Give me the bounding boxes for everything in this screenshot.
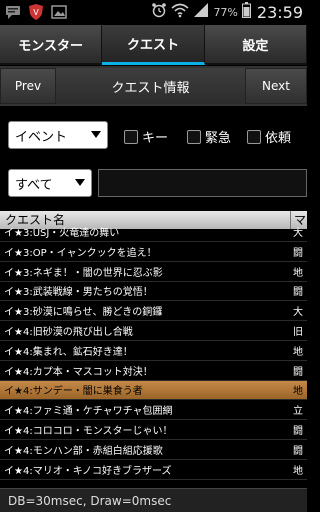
- table-row[interactable]: イ★4:カプ本・マスコット対決！ 闘: [0, 361, 307, 381]
- category-select[interactable]: イベント: [8, 121, 108, 149]
- quest-name-cell: イ★4:集まれ、鉱石好き達！: [4, 346, 133, 358]
- svg-text:V: V: [33, 8, 39, 17]
- checkbox-box[interactable]: [247, 129, 261, 144]
- table-row[interactable]: イ★3:砂漠に鳴らせ、勝どきの銅鑼 大: [0, 301, 307, 322]
- map-cell: 地: [293, 267, 303, 279]
- table-row[interactable]: イ★4:マリオ・キノコ好きブラザーズ 地: [0, 460, 307, 480]
- quest-name-cell: イ★4:カプ本・マスコット対決！: [4, 366, 153, 378]
- prev-button[interactable]: Prev: [0, 68, 56, 104]
- quest-name-cell: イ★4:旧砂漠の飛び出し合戦: [4, 327, 133, 339]
- quest-name-cell: イ★4:モンハン部・赤組白組応援歌: [4, 445, 163, 457]
- status-bar: V 77% 23:59: [0, 0, 307, 25]
- footer-timing: DB=30msec, Draw=0msec: [0, 488, 307, 512]
- quest-table: クエスト名 マ イ★3:USJ・火竜達の舞い 大 イ★3:OP・イャンクックを追…: [0, 211, 307, 488]
- next-button[interactable]: Next: [245, 68, 307, 104]
- map-cell: 大: [293, 307, 303, 319]
- map-cell: 地: [293, 386, 303, 398]
- tab-bar: モンスター クエスト 設定: [0, 25, 307, 65]
- map-cell: 闘: [293, 247, 303, 259]
- search-input[interactable]: [98, 169, 307, 197]
- quest-name-cell: イ★3:砂漠に鳴らせ、勝どきの銅鑼: [4, 307, 163, 319]
- wifi-icon: [171, 2, 189, 22]
- key-checkbox[interactable]: キー: [124, 127, 168, 146]
- quest-name-cell: イ★4:ファミ通・ケチャワチャ包囲網: [4, 406, 173, 418]
- scope-select-value: すべて: [15, 177, 53, 193]
- battery-percent: 77%: [213, 5, 238, 19]
- quest-name-cell: イ★3:OP・イャンクックを追え！: [4, 247, 157, 259]
- quest-name-cell: イ★4:マリオ・キノコ好きブラザーズ: [4, 465, 172, 477]
- table-body: イ★3:USJ・火竜達の舞い 大 イ★3:OP・イャンクックを追え！ 闘 イ★3…: [0, 228, 307, 480]
- alarm-icon: [151, 2, 167, 22]
- map-cell: 大: [293, 228, 303, 239]
- tab-quest[interactable]: クエスト: [102, 25, 205, 65]
- request-checkbox[interactable]: 依頼: [247, 127, 291, 146]
- category-select-value: イベント: [15, 129, 68, 145]
- map-cell: 闘: [293, 287, 303, 299]
- table-row[interactable]: イ★3:USJ・火竜達の舞い 大: [0, 228, 307, 242]
- chat-icon: [4, 3, 22, 21]
- checkbox-box[interactable]: [187, 129, 201, 144]
- battery-icon: [241, 2, 251, 22]
- checkbox-box[interactable]: [124, 129, 138, 144]
- table-row-selected[interactable]: イ★4:サンデー・闇に巣食う者 地: [0, 380, 307, 401]
- table-row[interactable]: イ★4:モンハン部・赤組白組応援歌 闘: [0, 440, 307, 460]
- chevron-down-icon: [75, 179, 85, 186]
- quest-name-cell: イ★3:ネギま！・闇の世界に忍ぶ影: [4, 267, 163, 279]
- map-cell: 旧: [293, 327, 303, 339]
- key-checkbox-label: キー: [142, 131, 169, 146]
- request-checkbox-label: 依頼: [265, 131, 292, 146]
- tab-monster[interactable]: モンスター: [0, 25, 103, 65]
- table-row[interactable]: イ★4:旧砂漠の飛び出し合戦 旧: [0, 321, 307, 341]
- urgent-checkbox-label: 緊急: [205, 131, 232, 146]
- urgent-checkbox[interactable]: 緊急: [187, 127, 231, 146]
- chevron-down-icon: [91, 131, 101, 138]
- signal-icon: [193, 2, 209, 22]
- shield-icon: V: [27, 3, 45, 21]
- map-cell: 闘: [293, 366, 303, 378]
- quest-name-cell: イ★4:サンデー・闇に巣食う者: [4, 386, 143, 398]
- table-row[interactable]: イ★3:ネギま！・闇の世界に忍ぶ影 地: [0, 262, 307, 282]
- title-bar: Prev クエスト情報 Next: [0, 66, 307, 106]
- table-row[interactable]: イ★4:集まれ、鉱石好き達！ 地: [0, 341, 307, 361]
- page-title: クエスト情報: [56, 68, 245, 104]
- tab-settings[interactable]: 設定: [204, 25, 307, 65]
- quest-name-cell: イ★3:武装戦線・男たちの覚悟！: [4, 287, 153, 299]
- table-row[interactable]: イ★4:ファミ通・ケチャワチャ包囲網 立: [0, 400, 307, 421]
- quest-name-cell: イ★3:USJ・火竜達の舞い: [4, 228, 120, 239]
- scope-select[interactable]: すべて: [8, 169, 92, 197]
- map-cell: 立: [293, 406, 303, 418]
- quest-name-cell: イ★4:コロコロ・モンスターじゃい！: [4, 426, 173, 438]
- table-row[interactable]: イ★3:武装戦線・男たちの覚悟！ 闘: [0, 282, 307, 302]
- map-cell: 地: [293, 465, 303, 477]
- map-cell: 闘: [293, 426, 303, 438]
- image-icon: [50, 3, 68, 21]
- table-row[interactable]: イ★4:コロコロ・モンスターじゃい！ 闘: [0, 420, 307, 440]
- table-row[interactable]: イ★3:OP・イャンクックを追え！ 闘: [0, 242, 307, 262]
- map-cell: 闘: [293, 445, 303, 457]
- map-cell: 地: [293, 346, 303, 358]
- clock: 23:59: [256, 2, 303, 22]
